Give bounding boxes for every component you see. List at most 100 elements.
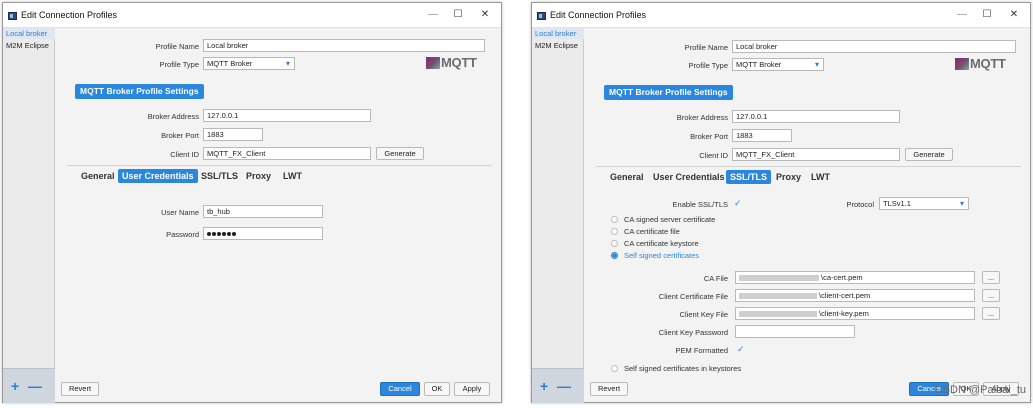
profiles-sidebar: Local broker M2M Eclipse + —	[532, 28, 584, 403]
client-id-input[interactable]: MQTT_FX_Client	[732, 148, 900, 161]
maximize-button[interactable]: ☐	[450, 8, 466, 22]
tab-proxy[interactable]: Proxy	[772, 170, 805, 184]
app-icon	[8, 12, 17, 20]
ok-button[interactable]: OK	[424, 382, 450, 396]
close-button[interactable]: ✕	[477, 8, 493, 22]
ca-file-label: CA File	[703, 274, 728, 283]
broker-port-input[interactable]: 1883	[203, 128, 263, 141]
broker-address-input[interactable]: 127.0.0.1	[203, 109, 371, 122]
tab-general[interactable]: General	[77, 169, 119, 183]
user-name-label: User Name	[161, 208, 199, 217]
generate-button[interactable]: Generate	[905, 148, 953, 161]
client-key-browse-button[interactable]: ...	[982, 307, 1000, 320]
ca-signed-server-label: CA signed server certificate	[624, 215, 716, 224]
tab-ssl-tls[interactable]: SSL/TLS	[197, 169, 242, 183]
profile-type-select[interactable]: MQTT Broker	[203, 57, 295, 70]
generate-button[interactable]: Generate	[376, 147, 424, 160]
tab-proxy[interactable]: Proxy	[242, 169, 275, 183]
maximize-button[interactable]: ☐	[979, 8, 995, 22]
tab-lwt[interactable]: LWT	[807, 170, 834, 184]
profile-name-input[interactable]: Local broker	[203, 39, 485, 52]
protocol-label: Protocol	[846, 200, 874, 209]
protocol-select[interactable]: TLSv1.1	[879, 197, 969, 210]
sidebar-item-m2m-eclipse[interactable]: M2M Eclipse	[532, 40, 584, 51]
enable-ssl-checkbox[interactable]: ✓	[734, 198, 742, 209]
divider	[67, 165, 492, 166]
radio-ca-certificate-keystore[interactable]	[611, 240, 618, 247]
remove-profile-button[interactable]: —	[557, 379, 571, 393]
broker-port-label: Broker Port	[161, 131, 199, 140]
revert-button[interactable]: Revert	[61, 382, 99, 396]
profile-type-label: Profile Type	[688, 61, 728, 70]
self-signed-label: Self signed certificates	[624, 251, 700, 260]
close-button[interactable]: ✕	[1006, 8, 1022, 22]
sidebar-item-local-broker[interactable]: Local broker	[3, 28, 55, 39]
client-id-label: Client ID	[699, 151, 728, 160]
revert-button[interactable]: Revert	[590, 382, 628, 396]
client-key-password-label: Client Key Password	[658, 328, 728, 337]
radio-ca-certificate-file[interactable]	[611, 228, 618, 235]
add-profile-button[interactable]: +	[11, 379, 19, 393]
title-bar: Edit Connection Profiles — ☐ ✕	[532, 3, 1030, 28]
user-name-input[interactable]: tb_hub	[203, 205, 323, 218]
divider	[596, 166, 1021, 167]
broker-address-label: Broker Address	[147, 112, 199, 121]
tab-user-credentials[interactable]: User Credentials	[649, 170, 729, 184]
tab-user-credentials[interactable]: User Credentials	[118, 169, 198, 183]
pem-formatted-label: PEM Formatted	[675, 346, 728, 355]
add-profile-button[interactable]: +	[540, 379, 548, 393]
sidebar-item-local-broker[interactable]: Local broker	[532, 28, 584, 39]
mqtt-logo-icon	[955, 58, 969, 70]
client-id-label: Client ID	[170, 150, 199, 159]
client-cert-label: Client Certificate File	[658, 292, 728, 301]
ca-file-input[interactable]: \ca-cert.pem	[735, 271, 975, 284]
ca-certificate-file-label: CA certificate file	[624, 227, 680, 236]
radio-ca-signed-server[interactable]	[611, 216, 618, 223]
app-icon	[537, 12, 546, 20]
profiles-sidebar: Local broker M2M Eclipse + —	[3, 28, 55, 403]
broker-address-input[interactable]: 127.0.0.1	[732, 110, 900, 123]
client-id-input[interactable]: MQTT_FX_Client	[203, 147, 371, 160]
apply-button[interactable]: Apply	[454, 382, 490, 396]
enable-ssl-label: Enable SSL/TLS	[672, 200, 728, 209]
profile-name-input[interactable]: Local broker	[732, 40, 1016, 53]
tab-ssl-tls[interactable]: SSL/TLS	[726, 170, 772, 184]
ca-certificate-keystore-label: CA certificate keystore	[624, 239, 699, 248]
cancel-button[interactable]: Cancel	[380, 382, 420, 396]
self-signed-keystores-label: Self signed certificates in keystores	[624, 364, 742, 373]
settings-header-button[interactable]: MQTT Broker Profile Settings	[604, 85, 733, 100]
client-key-password-input[interactable]	[735, 325, 855, 338]
profile-type-label: Profile Type	[159, 60, 199, 69]
ca-file-browse-button[interactable]: ...	[982, 271, 1000, 284]
window-title: Edit Connection Profiles	[550, 10, 647, 20]
pem-formatted-checkbox[interactable]: ✓	[737, 344, 745, 355]
sidebar-item-m2m-eclipse[interactable]: M2M Eclipse	[3, 40, 55, 51]
radio-self-signed[interactable]	[611, 252, 618, 259]
tab-lwt[interactable]: LWT	[279, 169, 306, 183]
client-cert-input[interactable]: \client-cert.pem	[735, 289, 975, 302]
profile-type-select[interactable]: MQTT Broker	[732, 58, 824, 71]
password-input[interactable]	[203, 227, 323, 240]
radio-self-signed-keystores[interactable]	[611, 365, 618, 372]
password-label: Password	[166, 230, 199, 239]
settings-header-button[interactable]: MQTT Broker Profile Settings	[75, 84, 204, 99]
minimize-button[interactable]: —	[425, 8, 441, 22]
mqtt-logo: MQTT	[426, 55, 486, 70]
profile-name-label: Profile Name	[684, 43, 728, 52]
client-cert-browse-button[interactable]: ...	[982, 289, 1000, 302]
mqtt-logo-icon	[426, 57, 440, 69]
broker-address-label: Broker Address	[676, 113, 728, 122]
window-title: Edit Connection Profiles	[21, 10, 118, 20]
client-key-input[interactable]: \client-key.pem	[735, 307, 975, 320]
profile-name-label: Profile Name	[155, 42, 199, 51]
minimize-button[interactable]: —	[954, 8, 970, 22]
watermark: CSDN @Paibai_tu	[934, 384, 1026, 396]
tab-general[interactable]: General	[606, 170, 648, 184]
sidebar-actions: + —	[532, 368, 584, 403]
remove-profile-button[interactable]: —	[28, 379, 42, 393]
sidebar-actions: + —	[3, 368, 55, 403]
broker-port-input[interactable]: 1883	[732, 129, 792, 142]
title-bar: Edit Connection Profiles — ☐ ✕	[3, 3, 501, 28]
connection-profiles-window-user-credentials: Edit Connection Profiles — ☐ ✕ Local bro…	[2, 2, 502, 403]
mqtt-logo: MQTT	[955, 56, 1017, 71]
